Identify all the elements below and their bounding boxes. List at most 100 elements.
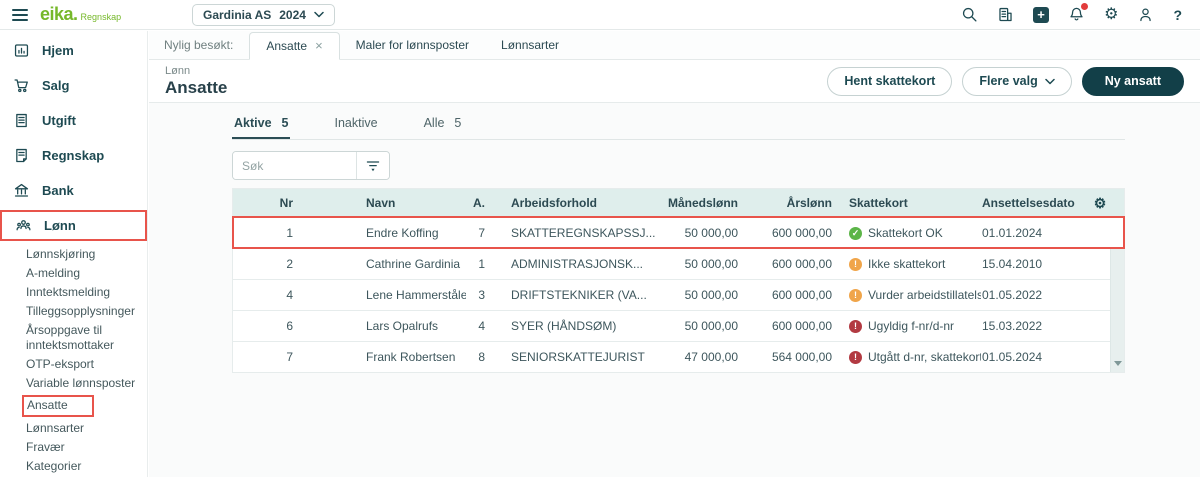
table-row[interactable]: 6 Lars Opalrufs 4 SYER (HÅNDSØM) 50 000,… [233,310,1124,341]
eika-logo: eika. Regnskap [40,4,148,25]
filter-tabs: Aktive 5 Inaktive Alle 5 [232,112,1200,139]
error-circle-icon [849,320,862,333]
table-row[interactable]: 2 Cathrine Gardinia 1 ADMINISTRASJONSK..… [233,248,1124,279]
company-name: Gardinia AS [203,8,271,22]
search-input[interactable] [233,152,356,179]
tab-count: 5 [454,116,461,132]
sidebar-subitem-ansatte[interactable]: Ansatte [26,393,137,419]
main-area: Nylig besøkt: Ansatte × Maler for lønnsp… [149,31,1200,477]
tab-aktive[interactable]: Aktive 5 [232,112,290,139]
chevron-down-icon [314,11,324,18]
hent-skattekort-button[interactable]: Hent skattekort [827,67,952,96]
employee-name: Frank Robertsen [293,350,466,364]
skattekort-status: Ikke skattekort [868,257,945,271]
recent-tab-maler[interactable]: Maler for lønnsposter [340,31,485,59]
notifications-icon[interactable] [1068,6,1085,23]
help-icon[interactable]: ? [1173,7,1182,23]
sidebar-item-regnskap[interactable]: Regnskap [0,140,147,171]
recent-tabs-bar: Nylig besøkt: Ansatte × Maler for lønnsp… [149,31,1200,60]
col-ansettelsesdato[interactable]: Ansettelsesdato [981,196,1088,210]
skattekort-status: Utgått d-nr, skattekort fo [868,350,981,364]
sidebar-subitem-inntektsmelding[interactable]: Inntektsmelding [26,283,137,302]
scroll-down-icon[interactable] [1114,361,1122,366]
logo-text: eika. [40,4,78,25]
sidebar-subitem-tilleggsopplysninger[interactable]: Tilleggsopplysninger [26,302,137,321]
employee-name: Endre Koffing [293,226,466,240]
content: Aktive 5 Inaktive Alle 5 Nr Nav [149,112,1200,373]
col-manedslonn[interactable]: Månedslønn [657,196,738,210]
sidebar-item-label: Hjem [42,43,74,58]
col-arbeidsforhold[interactable]: Arbeidsforhold [485,196,657,210]
sidebar-item-label: Lønn [44,218,76,233]
tabs-divider [232,139,1125,140]
table-row[interactable]: 4 Lene Hammerstålesen 3 DRIFTSTEKNIKER (… [233,279,1124,310]
page-title: Ansatte [165,78,227,98]
topbar: eika. Regnskap Gardinia AS 2024 + ⚙ ? [0,0,1200,30]
add-icon[interactable]: + [1033,7,1049,23]
sidebar-subitem-lonnskjoring[interactable]: Lønnskjøring [26,245,137,264]
filter-icon [365,159,381,173]
sidebar-subitem-lonnsarter[interactable]: Lønnsarter [26,419,137,438]
warning-circle-icon [849,258,862,271]
notification-badge [1081,3,1088,10]
document-icon [13,112,30,129]
page-header: Lønn Ansatte Hent skattekort Flere valg … [149,60,1200,103]
table-row[interactable]: 7 Frank Robertsen 8 SENIORSKATTEJURIST 4… [233,341,1124,372]
chevron-down-icon [1045,78,1055,85]
sidebar-item-label: Salg [42,78,69,93]
col-nr[interactable]: Nr [233,196,293,210]
lonn-submenu: Lønnskjøring A-melding Inntektsmelding T… [0,245,147,476]
col-navn[interactable]: Navn [293,196,466,210]
skattekort-status: Ugyldig f-nr/d-nr [868,319,954,333]
warning-circle-icon [849,289,862,302]
menu-icon[interactable] [0,9,38,21]
employee-name: Cathrine Gardinia [293,257,466,271]
tab-alle[interactable]: Alle 5 [422,112,464,139]
error-circle-icon [849,351,862,364]
skattekort-status: Vurder arbeidstillatelse [868,288,981,302]
tab-inaktive[interactable]: Inaktive [332,112,379,139]
skattekort-status: Skattekort OK [868,226,943,240]
sidebar-subitem-fravaer[interactable]: Fravær [26,438,137,457]
search-row [232,151,1200,180]
breadcrumb: Lønn [165,65,227,77]
cart-icon [13,77,30,94]
sidebar-subitem-amelding[interactable]: A-melding [26,264,137,283]
sidebar-subitem-arsoppgave[interactable]: Årsoppgave til inntektsmottaker [26,321,137,355]
company-selector[interactable]: Gardinia AS 2024 [192,4,335,26]
table-settings-icon[interactable]: ⚙ [1088,196,1112,210]
filter-button[interactable] [356,152,389,179]
profile-icon[interactable] [1137,6,1154,23]
sidebar-item-label: Bank [42,183,74,198]
close-icon[interactable]: × [315,38,323,53]
sidebar-item-label: Regnskap [42,148,104,163]
sidebar-item-label: Utgift [42,113,76,128]
sidebar-item-bank[interactable]: Bank [0,175,147,206]
table-header-row: Nr Navn A. Arbeidsforhold Månedslønn Års… [233,189,1124,217]
sidebar-item-utgift[interactable]: Utgift [0,105,147,136]
tab-count: 5 [282,116,289,130]
ny-ansatt-button[interactable]: Ny ansatt [1082,67,1184,96]
logo-suffix: Regnskap [81,12,122,22]
sidebar: Hjem Salg Utgift Regnskap Bank Lønn Lønn… [0,31,148,477]
sidebar-subitem-kategorier[interactable]: Kategorier [26,457,137,476]
sidebar-subitem-variable-lonnsposter[interactable]: Variable lønnsposter [26,374,137,393]
search-icon[interactable] [961,6,978,23]
flere-valg-button[interactable]: Flere valg [962,67,1071,96]
settings-icon[interactable]: ⚙ [1104,7,1118,23]
col-skattekort[interactable]: Skattekort [832,196,981,210]
sidebar-subitem-otp-eksport[interactable]: OTP-eksport [26,355,137,374]
header-actions: Hent skattekort Flere valg Ny ansatt [827,67,1184,96]
sidebar-item-lonn[interactable]: Lønn [0,210,147,241]
table-row[interactable]: 1 Endre Koffing 7 SKATTEREGNSKAPSSJ... 5… [233,217,1124,248]
people-icon [15,217,32,234]
employees-table: Nr Navn A. Arbeidsforhold Månedslønn Års… [232,188,1125,373]
col-arslonn[interactable]: Årslønn [738,196,832,210]
recent-tab-lonnsarter[interactable]: Lønnsarter [485,31,575,59]
col-a[interactable]: A. [466,196,485,210]
sidebar-item-salg[interactable]: Salg [0,70,147,101]
sidebar-item-hjem[interactable]: Hjem [0,35,147,66]
organization-icon[interactable] [997,6,1014,23]
employee-name: Lars Opalrufs [293,319,466,333]
recent-tab-ansatte[interactable]: Ansatte × [249,32,339,60]
